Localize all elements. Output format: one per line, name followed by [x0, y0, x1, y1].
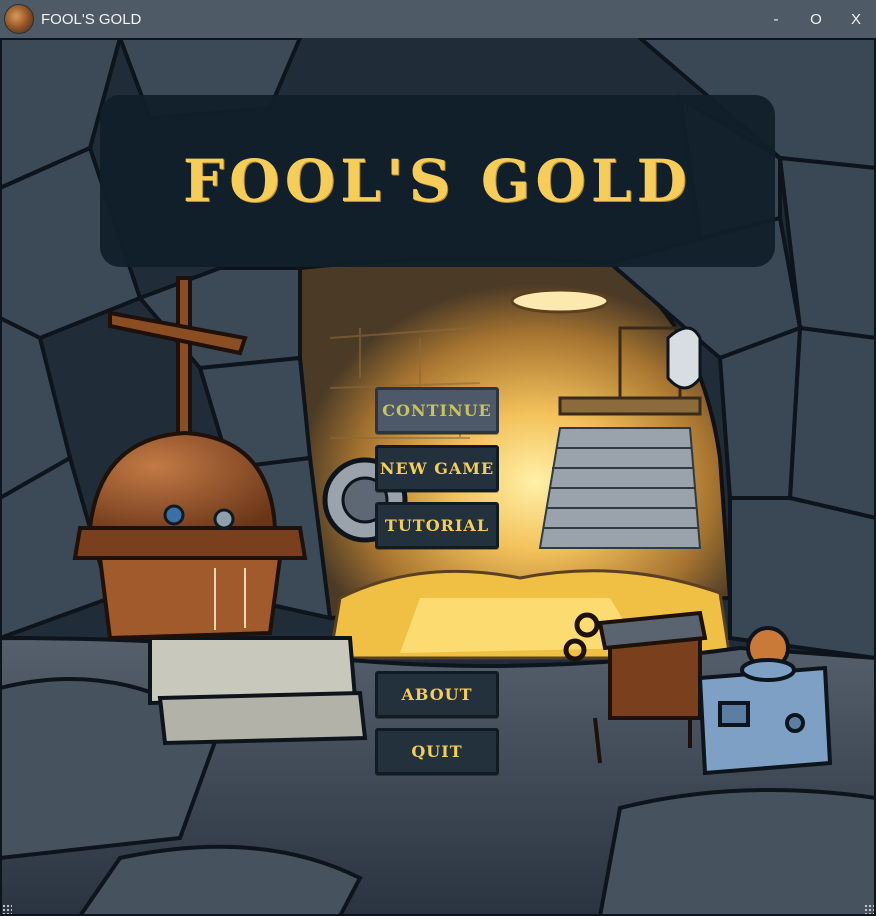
minimize-button[interactable]: - [756, 0, 796, 38]
about-button[interactable]: ABOUT [375, 671, 499, 718]
window-title: FOOL'S GOLD [41, 10, 142, 28]
game-window: FOOL'S GOLD - O X FOOL'S GOLD CONTINUE N… [0, 0, 876, 916]
window-titlebar[interactable]: FOOL'S GOLD - O X [0, 0, 876, 38]
continue-button[interactable]: CONTINUE [375, 387, 499, 434]
maximize-button[interactable]: O [796, 0, 836, 38]
resize-grip-left[interactable] [2, 904, 12, 914]
game-title: FOOL'S GOLD [183, 147, 692, 215]
quit-button[interactable]: QUIT [375, 728, 499, 775]
app-icon [4, 4, 34, 34]
window-controls: - O X [756, 0, 876, 38]
title-panel: FOOL'S GOLD [100, 95, 775, 267]
tutorial-button[interactable]: TUTORIAL [375, 502, 499, 549]
game-scene: FOOL'S GOLD CONTINUE NEW GAME TUTORIAL A… [0, 38, 876, 916]
new-game-button[interactable]: NEW GAME [375, 445, 499, 492]
close-button[interactable]: X [836, 0, 876, 38]
resize-grip-right[interactable] [864, 904, 874, 914]
